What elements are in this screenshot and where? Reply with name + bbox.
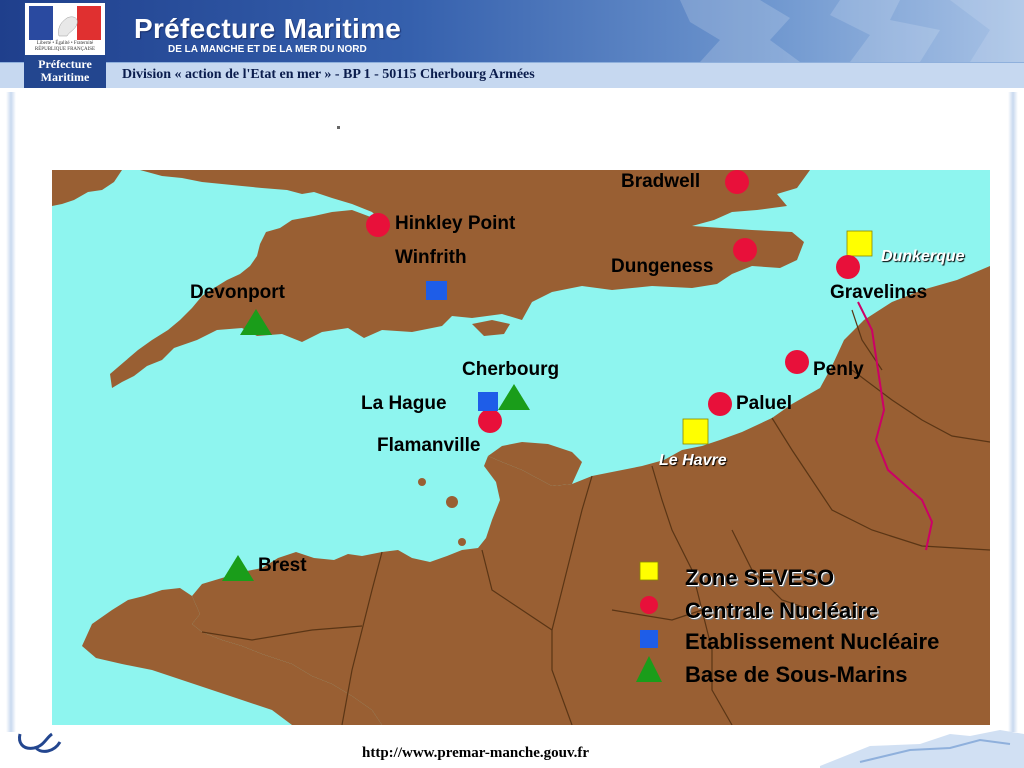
footer-url[interactable]: http://www.premar-manche.gouv.fr <box>362 745 589 762</box>
footer-ship-decoration <box>820 730 1024 768</box>
centrale-marker-hinkley-point <box>366 213 390 237</box>
place-label-hinkley-point: Hinkley Point <box>395 213 516 234</box>
legend-symbols <box>636 561 662 682</box>
seveso-marker-dunkerque <box>846 230 873 257</box>
legend-seveso-icon <box>639 561 659 581</box>
stray-dot <box>337 126 340 129</box>
place-label-penly: Penly <box>813 359 864 380</box>
port-label-le-havre: Le Havre <box>659 452 727 469</box>
place-label-la-hague: La Hague <box>361 393 447 414</box>
place-label-dungeness: Dungeness <box>611 256 714 277</box>
place-label-paluel: Paluel <box>736 393 792 414</box>
legend-label-seveso: Zone SEVESO <box>685 565 835 590</box>
centrale-marker-bradwell <box>725 170 749 194</box>
place-label-gravelines: Gravelines <box>830 282 928 303</box>
page-title: Préfecture Maritime <box>134 13 402 44</box>
etablissement-marker-la-hague <box>478 392 498 411</box>
centrale-marker-paluel <box>708 392 732 416</box>
marianne-flag-icon <box>29 6 101 40</box>
page-subtitle: DE LA MANCHE ET DE LA MER DU NORD <box>168 44 367 55</box>
header-banner: Liberté • Égalité • Fraternité RÉPUBLIQU… <box>0 0 1024 88</box>
place-label-bradwell: Bradwell <box>621 171 701 192</box>
jersey-island <box>446 496 458 508</box>
left-decorative-rule <box>6 92 16 732</box>
legend-base-icon <box>636 656 662 682</box>
guernsey-island <box>418 478 426 486</box>
legend-label-base: Base de Sous-Marins <box>685 662 908 687</box>
port-label-dunkerque: Dunkerque <box>881 248 965 265</box>
legend-centrale-icon <box>640 596 658 614</box>
place-label-devonport: Devonport <box>190 282 285 303</box>
map-background-decoration <box>680 0 1024 62</box>
footer-wave-icon <box>18 732 62 753</box>
place-label-flamanville: Flamanville <box>377 435 481 456</box>
legend-label-etablissement: Etablissement Nucléaire <box>685 629 940 654</box>
centrale-marker-dungeness <box>733 238 757 262</box>
chausey-island <box>458 538 466 546</box>
centrale-marker-gravelines <box>836 255 860 279</box>
centrale-marker-flamanville <box>478 409 502 433</box>
logo-name: Préfecture Maritime <box>25 55 105 87</box>
right-decorative-rule <box>1008 92 1018 732</box>
etablissement-marker-winfrith <box>426 281 447 300</box>
place-label-winfrith: Winfrith <box>395 247 467 268</box>
centrale-marker-penly <box>785 350 809 374</box>
prefecture-logo: Liberté • Égalité • Fraternité RÉPUBLIQU… <box>24 2 106 88</box>
legend-label-centrale: Centrale Nucléaire <box>685 598 879 623</box>
channel-map: Bradwell Hinkley Point Winfrith Dungenes… <box>52 170 991 726</box>
logo-motto: Liberté • Égalité • Fraternité RÉPUBLIQU… <box>34 41 96 52</box>
seveso-marker-le-havre <box>682 418 709 445</box>
division-address: Division « action de l'Etat en mer » - B… <box>122 67 535 82</box>
legend-etablissement-icon <box>640 630 658 648</box>
place-label-cherbourg: Cherbourg <box>462 359 560 380</box>
place-label-brest: Brest <box>258 555 307 576</box>
